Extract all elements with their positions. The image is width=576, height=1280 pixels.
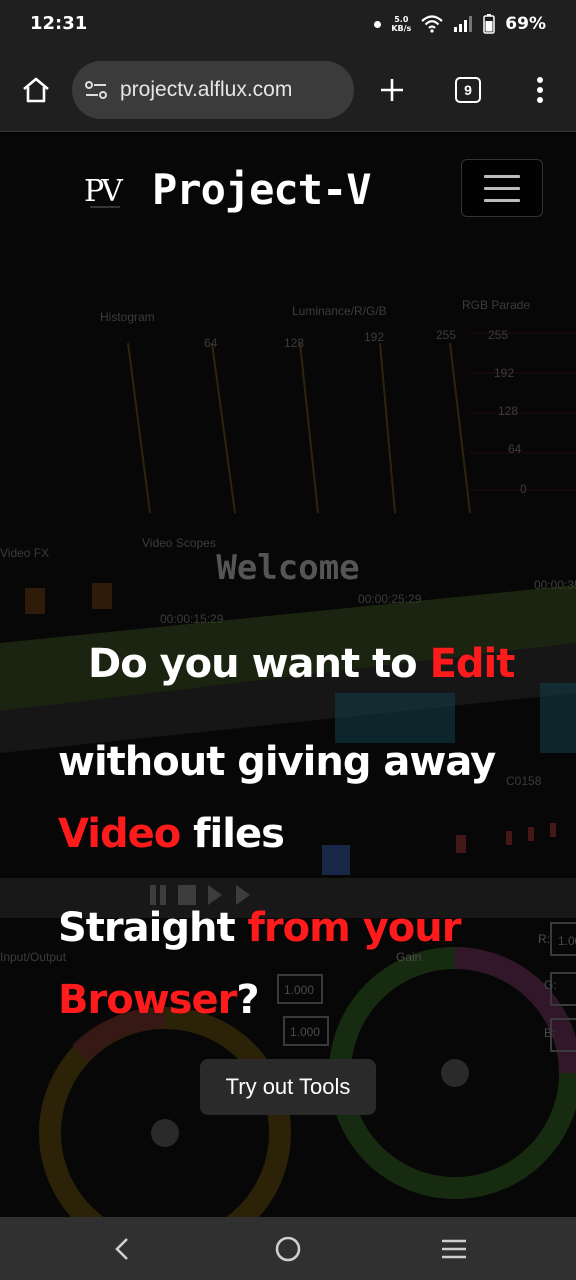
hero-browser-word: Browser [58, 977, 237, 1023]
bg-tick-p128: 128 [498, 404, 518, 418]
home-button[interactable] [14, 68, 58, 112]
hero-line-5: Browser? [58, 977, 260, 1023]
hero-video-word: Video [58, 811, 181, 857]
plus-icon [381, 79, 403, 101]
bg-label-gain: Gain [396, 950, 421, 964]
more-vert-icon [537, 77, 543, 103]
status-icons: 5.0 KB/s 69% [374, 10, 546, 38]
hero-edit-word: Edit [429, 641, 516, 687]
hero-line-1-text: Do you want to [88, 641, 430, 687]
hero-line-1: Do you want to Edit [88, 641, 516, 687]
tab-switcher-button[interactable]: 9 [446, 68, 490, 112]
welcome-heading: Welcome [216, 548, 360, 588]
address-bar[interactable]: projectv.alflux.com [72, 61, 354, 119]
bg-wheel-value-1: 1.000 [284, 983, 314, 997]
home-circle-icon [275, 1236, 301, 1262]
home-nav-button[interactable] [266, 1227, 310, 1271]
signal-icon [454, 16, 473, 32]
bg-wheel-value-2: 1.000 [290, 1025, 320, 1039]
hero-line-2: without giving away [58, 739, 496, 785]
bg-tick-h192: 192 [364, 330, 384, 344]
hero-from-your: from your [247, 905, 462, 951]
bg-tick-p192: 192 [494, 366, 514, 380]
browser-menu-button[interactable] [520, 68, 560, 112]
bg-channel-b: B: [544, 1026, 555, 1040]
hamburger-icon [484, 174, 520, 178]
status-time: 12:31 [30, 13, 88, 34]
network-speed-unit: KB/s [391, 24, 412, 33]
bg-tick-p0: 0 [520, 482, 527, 496]
back-icon [115, 1238, 128, 1260]
site-logo[interactable]: PV [84, 171, 128, 211]
site-settings-icon[interactable] [84, 78, 108, 102]
bg-clip-label: C0158 [506, 774, 542, 788]
bg-tick-h64: 64 [204, 336, 218, 350]
recents-icon [442, 1239, 466, 1259]
site-menu-button[interactable] [461, 159, 543, 217]
bg-label-histogram: Histogram [100, 310, 155, 324]
bg-label-parade: RGB Parade [462, 298, 530, 312]
url-text: projectv.alflux.com [120, 78, 293, 101]
try-out-tools-button[interactable]: Try out Tools [200, 1059, 376, 1115]
tab-count: 9 [455, 77, 481, 103]
bg-channel-r: R: [538, 932, 550, 946]
web-page: Histogram Luminance/R/G/B RGB Parade Vid… [0, 133, 576, 1217]
hero-line-3-text: files [180, 811, 285, 857]
hero-question-mark: ? [236, 977, 259, 1023]
bg-label-input: Input/Output [0, 950, 67, 964]
site-logo-text: PV [84, 174, 124, 209]
back-button[interactable] [100, 1227, 144, 1271]
site-name[interactable]: Project-V [152, 165, 372, 214]
bg-tick-h255: 255 [436, 328, 456, 342]
bg-wheel-value-3: 1.000 [558, 934, 576, 948]
browser-toolbar: projectv.alflux.com 9 [0, 48, 576, 132]
battery-percent: 69% [505, 14, 546, 34]
bg-label-luminance: Luminance/R/G/B [292, 304, 387, 318]
network-speed: 5.0 KB/s [391, 15, 411, 33]
hero-line-4-text: Straight [58, 905, 248, 951]
recents-button[interactable] [432, 1227, 476, 1271]
home-icon [23, 77, 49, 103]
bg-tick-p255: 255 [488, 328, 508, 342]
bg-tick-h128: 128 [284, 336, 304, 350]
notification-dot-icon [374, 20, 382, 28]
new-tab-button[interactable] [370, 68, 414, 112]
hero-line-4: Straight from your [58, 905, 461, 951]
status-bar: 12:31 5.0 KB/s 69% [0, 0, 576, 48]
bg-tick-p64: 64 [508, 442, 522, 456]
network-speed-value: 5.0 [394, 15, 409, 24]
hero-line-3: Video files [58, 811, 285, 857]
system-nav-bar [0, 1217, 576, 1280]
battery-icon [483, 14, 496, 34]
wifi-icon [421, 15, 444, 33]
bg-channel-g: G: [544, 978, 557, 992]
